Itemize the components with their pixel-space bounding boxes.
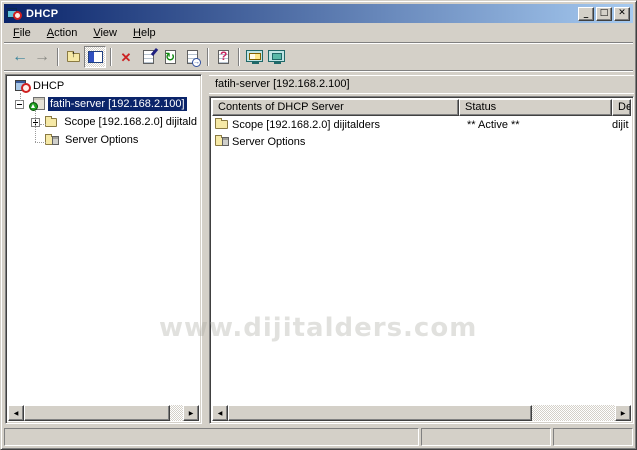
toolbar-separator (57, 48, 58, 66)
minimize-button[interactable]: _ (578, 7, 594, 21)
console-tree-toggle-icon (88, 51, 103, 63)
console-window-icon (268, 50, 285, 62)
list-row-scope[interactable]: Scope [192.168.2.0] dijitalders ** Activ… (212, 116, 631, 133)
help-button[interactable]: ? (212, 46, 234, 68)
scroll-right-button[interactable]: ▶ (183, 405, 199, 421)
export-arrow-icon: → (192, 58, 201, 67)
folder-icon (45, 118, 58, 127)
tree-connector-line (35, 111, 36, 142)
console-tree: DHCP fatih-server [192.168.2.100] Scope … (8, 77, 199, 405)
tree-item-label: Scope [192.168.2.0] dijitald (62, 115, 199, 129)
toolbar-separator (238, 48, 239, 66)
tree-item-dhcp-root[interactable]: DHCP (8, 77, 199, 95)
options-folder-icon (215, 137, 228, 146)
tree-connector-line (35, 142, 46, 143)
forward-arrow-icon: → (34, 49, 50, 65)
back-button[interactable]: ← (9, 46, 31, 68)
result-pane-banner: fatih-server [192.168.2.100] (209, 75, 634, 94)
status-panel (4, 428, 419, 446)
export-list-button[interactable]: → (181, 46, 203, 68)
dhcp-root-icon (15, 79, 31, 93)
dhcp-app-icon (7, 7, 22, 20)
result-list-view: Contents of DHCP Server Status Des Scope… (209, 96, 634, 424)
list-row-server-options[interactable]: Server Options (212, 133, 631, 150)
folder-icon (215, 120, 228, 129)
column-header-description[interactable]: Des (612, 99, 631, 116)
tree-item-label: Server Options (63, 133, 140, 147)
toolbar-separator (207, 48, 208, 66)
pane-splitter[interactable] (202, 74, 209, 424)
tree-item-label: fatih-server [192.168.2.100] (48, 97, 187, 111)
server-active-icon (29, 97, 45, 111)
menu-action[interactable]: Action (39, 25, 86, 41)
menu-bar: File Action View Help (4, 23, 633, 43)
result-pane: fatih-server [192.168.2.100] Contents of… (209, 74, 634, 424)
status-bar (4, 425, 633, 446)
list-rows: Scope [192.168.2.0] dijitalders ** Activ… (212, 116, 631, 405)
menu-file[interactable]: File (5, 25, 39, 41)
menu-view[interactable]: View (85, 25, 125, 41)
delete-button[interactable]: ✕ (115, 46, 137, 68)
menu-help[interactable]: Help (125, 25, 164, 41)
toolbar-separator (110, 48, 111, 66)
forward-button[interactable]: → (31, 46, 53, 68)
scrollbar-thumb[interactable] (228, 405, 532, 421)
tree-item-scope[interactable]: Scope [192.168.2.0] dijitald (8, 113, 199, 131)
maximize-button[interactable]: □ (596, 7, 612, 21)
row-name: Scope [192.168.2.0] dijitalders (232, 119, 459, 131)
scrollbar-thumb[interactable] (24, 405, 170, 421)
list-horizontal-scrollbar[interactable]: ◀ ▶ (212, 405, 631, 421)
tree-horizontal-scrollbar[interactable]: ◀ ▶ (8, 405, 199, 421)
tree-connector-line (20, 93, 21, 101)
status-panel (421, 428, 551, 446)
back-arrow-icon: ← (12, 49, 28, 65)
help-question-icon: ? (220, 50, 227, 62)
row-name: Server Options (232, 136, 459, 148)
scrollbar-track[interactable] (24, 405, 183, 421)
list-column-headers: Contents of DHCP Server Status Des (212, 99, 631, 116)
toolbar: ← → ↑ ✕ ↻ → ? (4, 44, 633, 71)
scroll-left-button[interactable]: ◀ (8, 405, 24, 421)
scrollbar-track[interactable] (228, 405, 615, 421)
status-panel (553, 428, 633, 446)
refresh-icon: ↻ (165, 51, 175, 63)
console-book-button[interactable] (243, 46, 265, 68)
properties-button[interactable] (137, 46, 159, 68)
row-status: ** Active ** (459, 119, 612, 131)
close-button[interactable]: ✕ (614, 7, 630, 21)
options-folder-icon (45, 136, 58, 145)
up-one-level-button[interactable]: ↑ (62, 46, 84, 68)
tree-root-label: DHCP (31, 79, 66, 93)
window-title: DHCP (26, 8, 576, 20)
tree-item-server-options[interactable]: Server Options (8, 131, 199, 149)
column-header-contents[interactable]: Contents of DHCP Server (212, 99, 459, 116)
delete-x-icon: ✕ (121, 51, 132, 64)
dhcp-console-window: DHCP _ □ ✕ File Action View Help ← → ↑ ✕… (0, 0, 637, 450)
show-hide-console-tree-button[interactable] (84, 46, 106, 68)
scroll-left-button[interactable]: ◀ (212, 405, 228, 421)
title-bar[interactable]: DHCP _ □ ✕ (4, 4, 633, 23)
console-book-icon (246, 50, 263, 62)
column-header-status[interactable]: Status (459, 99, 612, 116)
up-arrow-icon: ↑ (71, 50, 76, 59)
console-window-button[interactable] (265, 46, 287, 68)
tree-connector-line (40, 124, 46, 125)
console-tree-pane: DHCP fatih-server [192.168.2.100] Scope … (5, 74, 202, 424)
refresh-button[interactable]: ↻ (159, 46, 181, 68)
row-description: dijit (612, 119, 631, 131)
scroll-right-button[interactable]: ▶ (615, 405, 631, 421)
tree-item-server[interactable]: fatih-server [192.168.2.100] (8, 95, 199, 113)
